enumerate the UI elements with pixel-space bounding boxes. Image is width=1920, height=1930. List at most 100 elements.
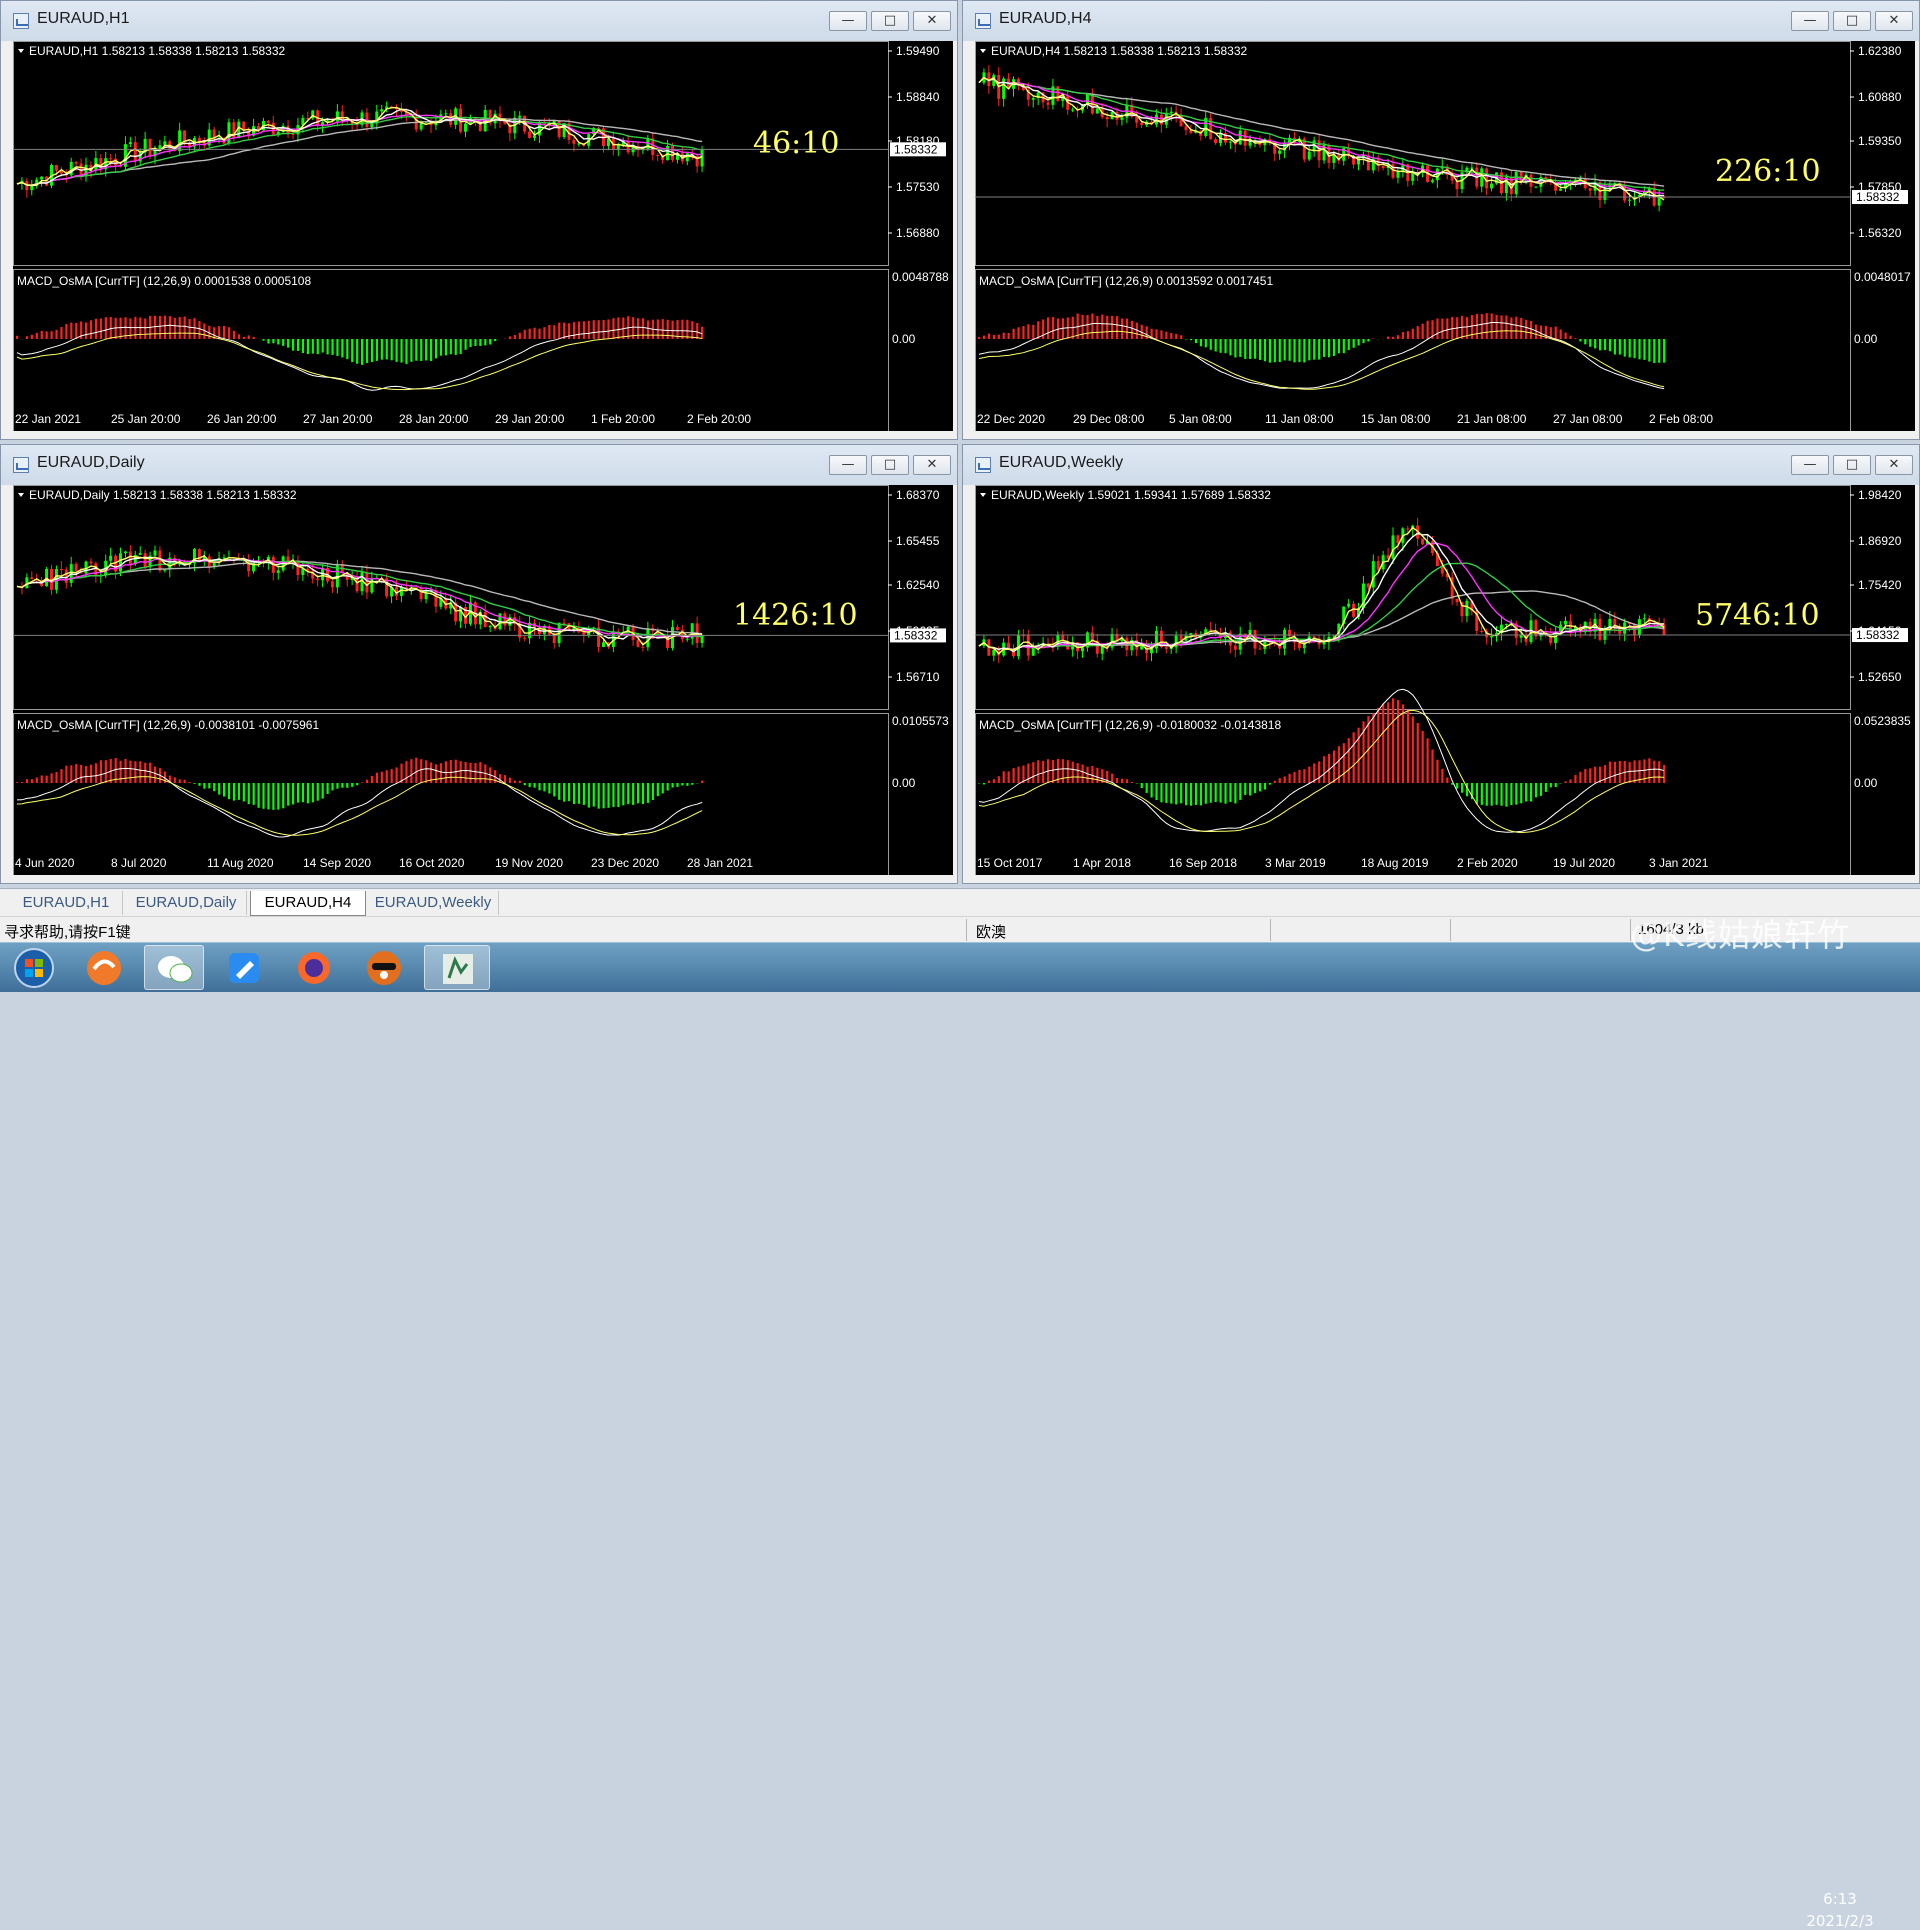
macd-bar bbox=[534, 328, 536, 339]
macd-bar bbox=[26, 779, 28, 783]
wechat-icon[interactable] bbox=[144, 945, 204, 990]
macd-bar bbox=[519, 333, 521, 339]
macd-bar bbox=[184, 317, 186, 339]
macd-bar bbox=[415, 339, 417, 361]
metatrader-icon[interactable] bbox=[424, 945, 490, 990]
macd-bar bbox=[1427, 321, 1429, 339]
macd-bar bbox=[1569, 779, 1571, 783]
macd-bar bbox=[164, 316, 166, 339]
clock-date[interactable]: 2021/2/3 bbox=[1800, 1912, 1880, 1930]
macd-bar bbox=[1037, 760, 1039, 783]
chart-window-4[interactable]: EURAUD,Weekly — □ ✕ EURAUD,Weekly 1.5902… bbox=[962, 444, 1920, 884]
tab-euraud-h1[interactable]: EURAUD,H1 bbox=[10, 891, 123, 915]
dropdown-arrow-icon[interactable] bbox=[980, 49, 986, 53]
candles bbox=[982, 65, 1665, 211]
candle-body bbox=[1431, 180, 1434, 182]
dropdown-arrow-icon[interactable] bbox=[18, 49, 24, 53]
dropdown-arrow-icon[interactable] bbox=[980, 493, 986, 497]
chart-window-2[interactable]: EURAUD,H4 — □ ✕ EURAUD,H4 1.58213 1.5833… bbox=[962, 0, 1920, 440]
macd-bar bbox=[1195, 339, 1197, 343]
macd-bar bbox=[1279, 778, 1281, 783]
tab-euraud-daily[interactable]: EURAUD,Daily bbox=[126, 891, 247, 915]
ma-white-line bbox=[17, 109, 702, 185]
macd-bar bbox=[1387, 337, 1389, 339]
price-axis-label: 1.58840 bbox=[896, 90, 940, 104]
minimize-button[interactable]: — bbox=[829, 11, 867, 31]
macd-bar bbox=[1569, 336, 1571, 339]
macd-bar bbox=[90, 765, 92, 783]
clock-time[interactable]: 6:13 bbox=[1800, 1890, 1880, 1908]
minimize-button[interactable]: — bbox=[1791, 11, 1829, 31]
dropdown-arrow-icon[interactable] bbox=[18, 493, 24, 497]
start-orb-icon[interactable] bbox=[4, 945, 64, 990]
macd-bar bbox=[1412, 329, 1414, 339]
tab-euraud-weekly[interactable]: EURAUD,Weekly bbox=[368, 891, 499, 915]
candle-body bbox=[149, 139, 152, 156]
macd-bar bbox=[474, 763, 476, 783]
minimize-button[interactable]: — bbox=[829, 455, 867, 475]
macd-axis-label: 0.00 bbox=[892, 332, 916, 346]
candle-body bbox=[1071, 110, 1074, 111]
macd-bar bbox=[1215, 783, 1217, 802]
macd-bar bbox=[1377, 708, 1379, 783]
maximize-button[interactable]: □ bbox=[1833, 11, 1871, 31]
maximize-button[interactable]: □ bbox=[1833, 455, 1871, 475]
window-title-bar[interactable]: EURAUD,H1 — □ ✕ bbox=[1, 1, 957, 41]
notes-app-icon[interactable] bbox=[214, 945, 274, 990]
candle-body bbox=[85, 165, 88, 176]
macd-bar bbox=[1584, 769, 1586, 783]
candle-body bbox=[75, 564, 78, 571]
minimize-button[interactable]: — bbox=[1791, 455, 1829, 475]
macd-bar bbox=[36, 333, 38, 339]
candle-body bbox=[1392, 535, 1395, 558]
chart-area-euraud-weekly[interactable]: EURAUD,Weekly 1.59021 1.59341 1.57689 1.… bbox=[975, 485, 1915, 875]
macd-bar bbox=[494, 339, 496, 341]
macd-bar bbox=[573, 322, 575, 339]
macd-bar bbox=[1121, 319, 1123, 339]
close-button[interactable]: ✕ bbox=[1875, 455, 1913, 475]
macd-bar bbox=[440, 763, 442, 783]
candle-body bbox=[1377, 561, 1380, 569]
maximize-button[interactable]: □ bbox=[871, 455, 909, 475]
macd-bar bbox=[287, 339, 289, 348]
tab-euraud-h4[interactable]: EURAUD,H4 bbox=[250, 891, 366, 916]
macd-axis-label: 0.0105573 bbox=[892, 714, 949, 728]
macd-bar bbox=[243, 337, 245, 339]
macd-bar bbox=[1579, 339, 1581, 341]
firefox-icon[interactable] bbox=[284, 945, 344, 990]
chart-area-euraud-h4[interactable]: EURAUD,H4 1.58213 1.58338 1.58213 1.5833… bbox=[975, 41, 1915, 431]
macd-bar bbox=[105, 760, 107, 783]
macd-bar bbox=[371, 339, 373, 362]
watermark-text: @K线姑娘轩竹 bbox=[1630, 910, 1850, 956]
macd-bar bbox=[514, 335, 516, 339]
close-button[interactable]: ✕ bbox=[913, 11, 951, 31]
avatar-app-icon[interactable] bbox=[354, 945, 414, 990]
macd-bar bbox=[988, 781, 990, 783]
price-axis-label: 1.52650 bbox=[1858, 670, 1902, 684]
maximize-button[interactable]: □ bbox=[871, 11, 909, 31]
window-title-bar[interactable]: EURAUD,Weekly — □ ✕ bbox=[963, 445, 1919, 485]
macd-bar bbox=[1042, 319, 1044, 339]
chart-area-euraud-h1[interactable]: EURAUD,H1 1.58213 1.58338 1.58213 1.5833… bbox=[13, 41, 953, 431]
macd-bar bbox=[193, 318, 195, 339]
chart-window-3[interactable]: EURAUD,Daily — □ ✕ EURAUD,Daily 1.58213 … bbox=[0, 444, 958, 884]
date-axis-label: 15 Jan 08:00 bbox=[1361, 412, 1431, 426]
macd-histogram bbox=[978, 698, 1665, 806]
window-title-bar[interactable]: EURAUD,Daily — □ ✕ bbox=[1, 445, 957, 485]
macd-bar bbox=[672, 783, 674, 788]
macd-bar bbox=[1205, 339, 1207, 347]
close-button[interactable]: ✕ bbox=[913, 455, 951, 475]
close-button[interactable]: ✕ bbox=[1875, 11, 1913, 31]
macd-bar bbox=[129, 761, 131, 783]
ma-white-line bbox=[979, 78, 1664, 196]
macd-bar bbox=[1155, 329, 1157, 339]
transfer-app-icon[interactable] bbox=[74, 945, 134, 990]
macd-bar bbox=[1106, 316, 1108, 339]
macd-bar bbox=[993, 335, 995, 339]
window-title-bar[interactable]: EURAUD,H4 — □ ✕ bbox=[963, 1, 1919, 41]
chart-window-1[interactable]: EURAUD,H1 — □ ✕ EURAUD,H1 1.58213 1.5833… bbox=[0, 0, 958, 440]
chart-area-euraud-daily[interactable]: EURAUD,Daily 1.58213 1.58338 1.58213 1.5… bbox=[13, 485, 953, 875]
price-axis-label: 1.56320 bbox=[1858, 226, 1902, 240]
candle-body bbox=[1480, 168, 1483, 186]
macd-bar bbox=[1422, 324, 1424, 339]
